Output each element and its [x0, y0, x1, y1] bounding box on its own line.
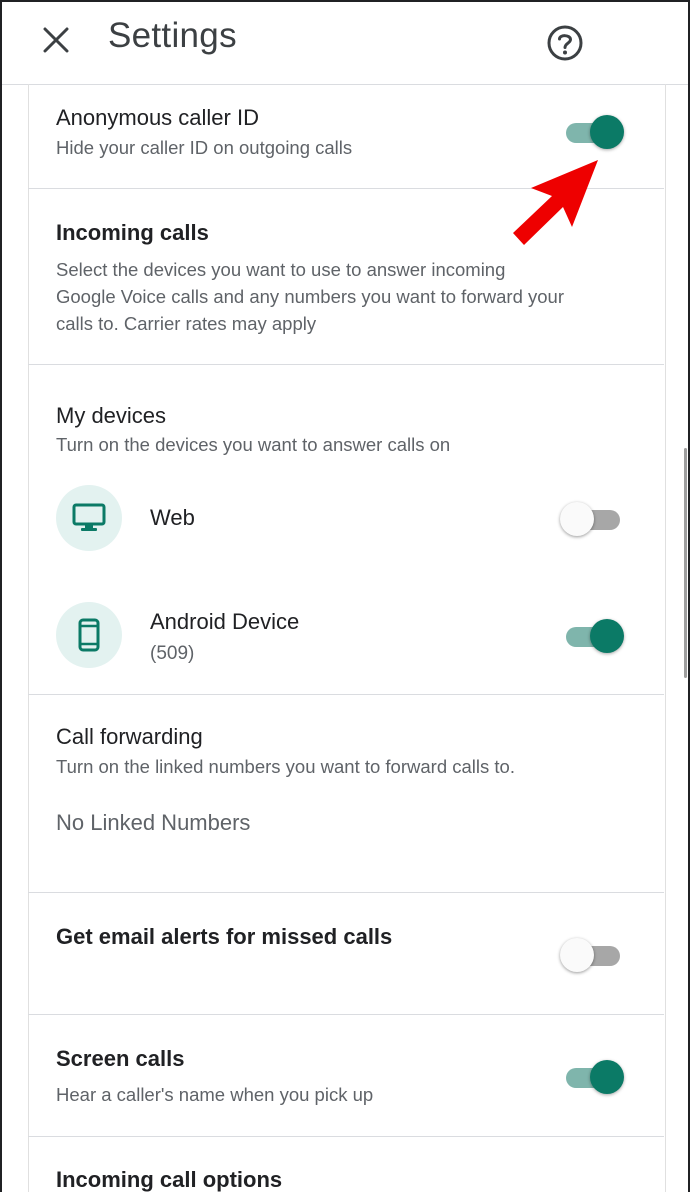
- divider: [28, 364, 664, 365]
- screen-calls-title: Screen calls: [56, 1046, 185, 1071]
- incoming-calls-description-line-1: Select the devices you want to use to an…: [56, 259, 506, 280]
- incoming-call-options-title: Incoming call options: [56, 1167, 283, 1192]
- help-button[interactable]: [543, 21, 587, 65]
- web-device-toggle[interactable]: [560, 499, 624, 537]
- my-devices-title: My devices: [56, 403, 167, 428]
- email-alerts-toggle[interactable]: [560, 935, 624, 973]
- anonymous-caller-id-subtitle: Hide your caller ID on outgoing calls: [56, 137, 353, 158]
- email-alerts-title: Get email alerts for missed calls: [56, 924, 393, 949]
- device-name-android: Android Device: [150, 609, 300, 634]
- screen-calls-subtitle: Hear a caller's name when you pick up: [56, 1084, 374, 1105]
- monitor-icon: [72, 503, 106, 531]
- call-forwarding-title: Call forwarding: [56, 724, 203, 749]
- android-device-avatar: [56, 602, 122, 668]
- no-linked-numbers-text: No Linked Numbers: [56, 810, 251, 835]
- scrollbar[interactable]: [684, 448, 687, 678]
- toggle-knob: [590, 1060, 624, 1094]
- divider: [28, 1136, 664, 1137]
- toggle-knob: [590, 619, 624, 653]
- anonymous-caller-id-toggle[interactable]: [562, 112, 626, 150]
- anonymous-caller-id-title: Anonymous caller ID: [56, 105, 259, 130]
- my-devices-subtitle: Turn on the devices you want to answer c…: [56, 434, 451, 455]
- call-forwarding-subtitle: Turn on the linked numbers you want to f…: [56, 756, 515, 777]
- device-name-web: Web: [150, 505, 195, 530]
- toggle-knob: [590, 115, 624, 149]
- toggle-knob: [560, 502, 594, 536]
- phone-icon: [78, 618, 100, 652]
- incoming-calls-description-line-2: Google Voice calls and any numbers you w…: [56, 286, 565, 307]
- help-circle-icon: [547, 25, 583, 61]
- divider: [28, 1014, 664, 1015]
- screen-calls-toggle[interactable]: [562, 1057, 626, 1095]
- toggle-knob: [560, 938, 594, 972]
- page-title: Settings: [108, 16, 237, 55]
- divider: [28, 694, 664, 695]
- window-frame-left: [0, 0, 2, 1192]
- close-icon: [43, 27, 69, 53]
- android-device-toggle[interactable]: [562, 616, 626, 654]
- incoming-calls-description-line-3: calls to. Carrier rates may apply: [56, 313, 317, 334]
- annotation-arrow-icon: [513, 160, 598, 245]
- incoming-calls-title: Incoming calls: [56, 220, 209, 245]
- close-button[interactable]: [36, 20, 76, 60]
- device-detail-android: (509): [150, 643, 195, 664]
- app-bar: Settings: [2, 2, 688, 85]
- divider: [28, 892, 664, 893]
- web-device-avatar: [56, 485, 122, 551]
